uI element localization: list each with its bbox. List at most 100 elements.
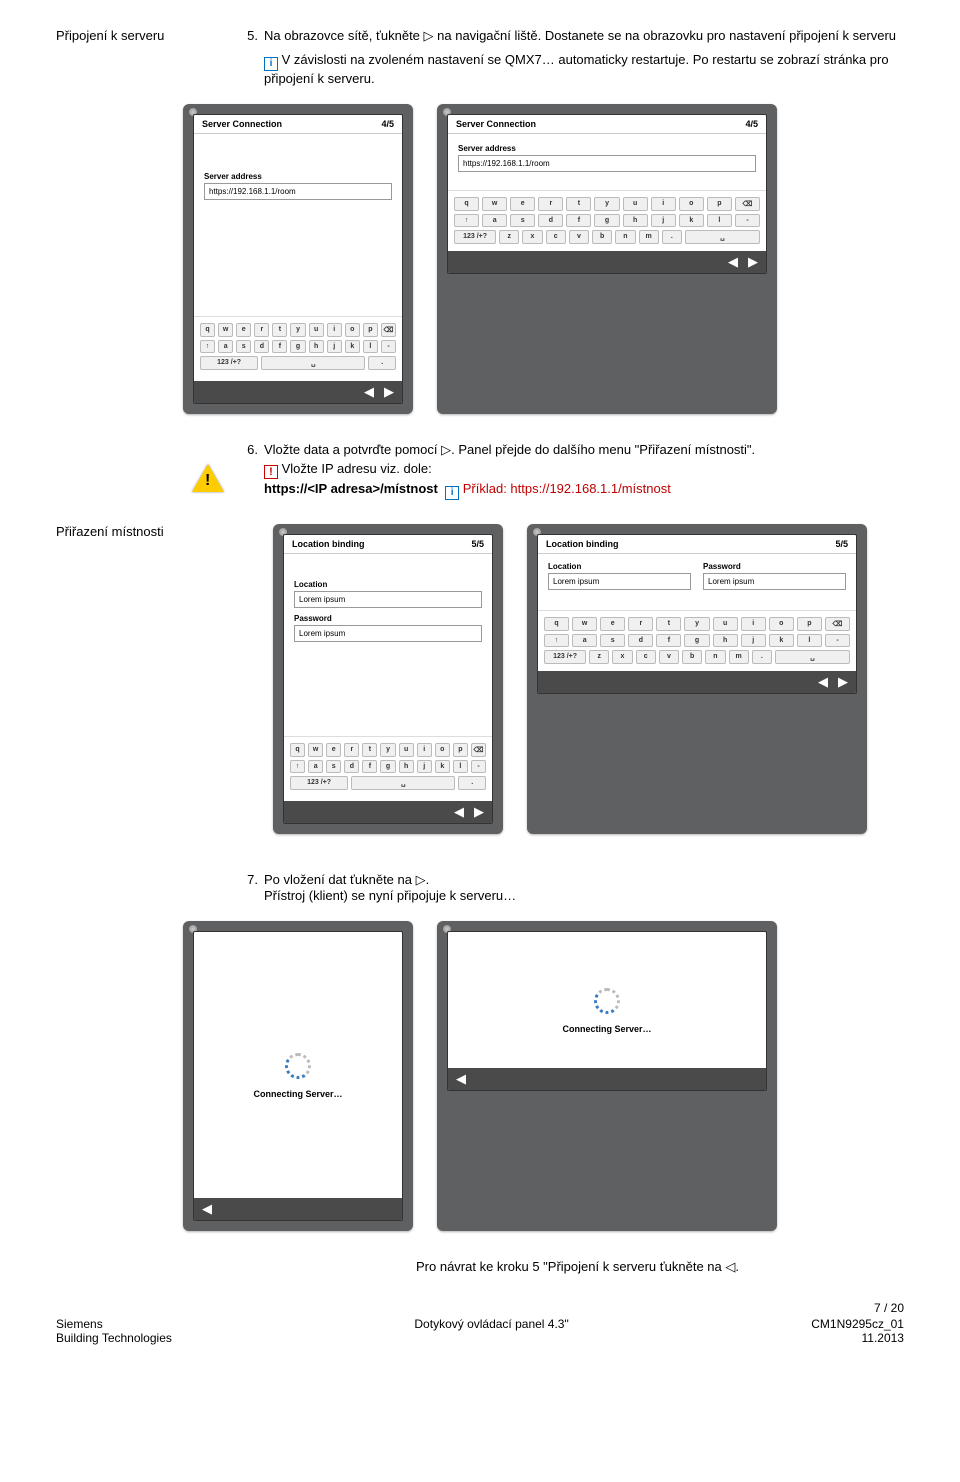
key--[interactable]: -: [825, 634, 850, 647]
key-t[interactable]: t: [362, 743, 377, 757]
key-r[interactable]: r: [344, 743, 359, 757]
key-s[interactable]: s: [236, 340, 251, 353]
key-g[interactable]: g: [380, 760, 395, 773]
key--[interactable]: -: [381, 340, 396, 353]
key-e[interactable]: e: [236, 323, 251, 337]
key-l[interactable]: l: [707, 214, 732, 227]
key-p[interactable]: p: [363, 323, 378, 337]
key-y[interactable]: y: [380, 743, 395, 757]
key-⌫[interactable]: ⌫: [471, 743, 486, 757]
key-space[interactable]: ␣: [261, 356, 365, 370]
key-o[interactable]: o: [769, 617, 794, 631]
key-z[interactable]: z: [499, 230, 519, 244]
key-w[interactable]: w: [308, 743, 323, 757]
key-dot[interactable]: .: [368, 356, 396, 370]
key-l[interactable]: l: [363, 340, 378, 353]
key-d[interactable]: d: [628, 634, 653, 647]
nav-left-icon[interactable]: ◀: [202, 1201, 212, 1217]
key-↑[interactable]: ↑: [544, 634, 569, 647]
key-j[interactable]: j: [741, 634, 766, 647]
key-r[interactable]: r: [538, 197, 563, 211]
key-o[interactable]: o: [345, 323, 360, 337]
key-mode[interactable]: 123 /+?: [290, 776, 348, 790]
nav-right-icon[interactable]: ▶: [384, 384, 394, 400]
key-z[interactable]: z: [589, 650, 609, 664]
key-h[interactable]: h: [623, 214, 648, 227]
on-screen-keyboard[interactable]: qwertyuiop⌫ ↑asdfghjkl- 123 /+?zxcvbnm.␣: [538, 610, 856, 671]
key-i[interactable]: i: [651, 197, 676, 211]
key-↑[interactable]: ↑: [200, 340, 215, 353]
key-123 /+?[interactable]: 123 /+?: [544, 650, 586, 664]
key-d[interactable]: d: [538, 214, 563, 227]
key-f[interactable]: f: [656, 634, 681, 647]
key-u[interactable]: u: [623, 197, 648, 211]
key-y[interactable]: y: [290, 323, 305, 337]
key-m[interactable]: m: [639, 230, 659, 244]
password-input[interactable]: Lorem ipsum: [703, 573, 846, 590]
key-q[interactable]: q: [544, 617, 569, 631]
key-⌫[interactable]: ⌫: [825, 617, 850, 631]
key-r[interactable]: r: [254, 323, 269, 337]
nav-left-icon[interactable]: ◀: [818, 674, 828, 690]
key-w[interactable]: w: [218, 323, 233, 337]
key-k[interactable]: k: [769, 634, 794, 647]
key-n[interactable]: n: [705, 650, 725, 664]
key-s[interactable]: s: [510, 214, 535, 227]
key-y[interactable]: y: [594, 197, 619, 211]
key-a[interactable]: a: [308, 760, 323, 773]
key-.[interactable]: .: [752, 650, 772, 664]
key-.[interactable]: .: [662, 230, 682, 244]
key-123 /+?[interactable]: 123 /+?: [454, 230, 496, 244]
key-e[interactable]: e: [600, 617, 625, 631]
key-i[interactable]: i: [417, 743, 432, 757]
key-b[interactable]: b: [682, 650, 702, 664]
key-o[interactable]: o: [435, 743, 450, 757]
key-g[interactable]: g: [684, 634, 709, 647]
key-␣[interactable]: ␣: [685, 230, 760, 244]
key-↑[interactable]: ↑: [290, 760, 305, 773]
key-h[interactable]: h: [713, 634, 738, 647]
on-screen-keyboard[interactable]: qwertyuiop⌫ ↑asdfghjkl- 123 /+?zxcvbnm.␣: [448, 190, 766, 251]
key-l[interactable]: l: [797, 634, 822, 647]
key-w[interactable]: w: [572, 617, 597, 631]
key-k[interactable]: k: [679, 214, 704, 227]
nav-right-icon[interactable]: ▶: [838, 674, 848, 690]
key-a[interactable]: a: [572, 634, 597, 647]
key-mode[interactable]: 123 /+?: [200, 356, 258, 370]
key-e[interactable]: e: [326, 743, 341, 757]
key-y[interactable]: y: [684, 617, 709, 631]
key-w[interactable]: w: [482, 197, 507, 211]
key-l[interactable]: l: [453, 760, 468, 773]
key-v[interactable]: v: [659, 650, 679, 664]
key-f[interactable]: f: [566, 214, 591, 227]
nav-left-icon[interactable]: ◀: [454, 804, 464, 820]
key-v[interactable]: v: [569, 230, 589, 244]
nav-right-icon[interactable]: ▶: [474, 804, 484, 820]
key-⌫[interactable]: ⌫: [381, 323, 396, 337]
key-s[interactable]: s: [600, 634, 625, 647]
key--[interactable]: -: [735, 214, 760, 227]
key-r[interactable]: r: [628, 617, 653, 631]
key-x[interactable]: x: [522, 230, 542, 244]
key--[interactable]: -: [471, 760, 486, 773]
server-address-input[interactable]: https://192.168.1.1/room: [204, 183, 392, 200]
key-a[interactable]: a: [218, 340, 233, 353]
key-m[interactable]: m: [729, 650, 749, 664]
key-j[interactable]: j: [417, 760, 432, 773]
location-input[interactable]: Lorem ipsum: [548, 573, 691, 590]
key-␣[interactable]: ␣: [775, 650, 850, 664]
key-s[interactable]: s: [326, 760, 341, 773]
key-b[interactable]: b: [592, 230, 612, 244]
key-h[interactable]: h: [309, 340, 324, 353]
key-u[interactable]: u: [399, 743, 414, 757]
key-h[interactable]: h: [399, 760, 414, 773]
key-n[interactable]: n: [615, 230, 635, 244]
key-g[interactable]: g: [290, 340, 305, 353]
on-screen-keyboard[interactable]: qwertyuiop⌫ ↑asdfghjkl- 123 /+? ␣ .: [284, 736, 492, 797]
password-input[interactable]: Lorem ipsum: [294, 625, 482, 642]
key-q[interactable]: q: [200, 323, 215, 337]
key-q[interactable]: q: [290, 743, 305, 757]
key-space[interactable]: ␣: [351, 776, 455, 790]
key-f[interactable]: f: [272, 340, 287, 353]
key-k[interactable]: k: [345, 340, 360, 353]
